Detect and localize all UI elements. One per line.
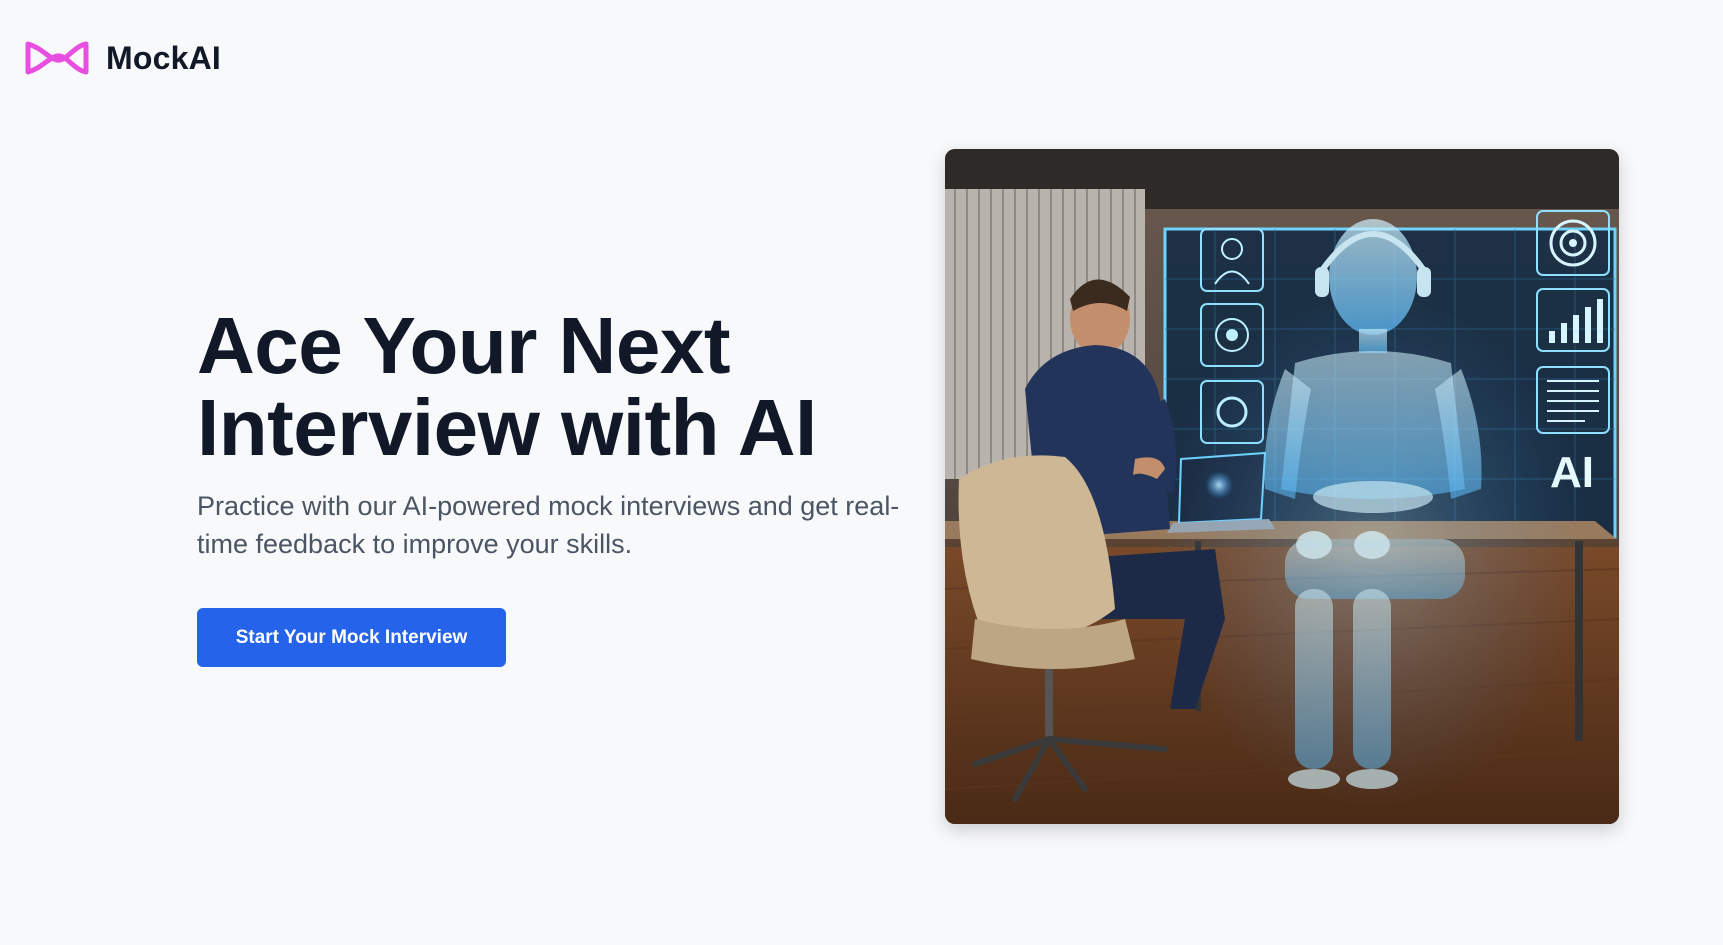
hero-title-line2: Interview with AI bbox=[197, 383, 817, 472]
site-header: MockAI bbox=[24, 36, 221, 80]
hero-title: Ace Your Next Interview with AI bbox=[197, 305, 917, 469]
hero-section: Ace Your Next Interview with AI Practice… bbox=[197, 305, 917, 563]
hero-image: AI bbox=[945, 149, 1619, 824]
start-mock-interview-button[interactable]: Start Your Mock Interview bbox=[197, 608, 506, 667]
logo-icon[interactable] bbox=[24, 38, 90, 78]
hero-subtitle: Practice with our AI-powered mock interv… bbox=[197, 491, 900, 559]
hero-illustration: AI bbox=[945, 149, 1619, 824]
brand-name[interactable]: MockAI bbox=[106, 40, 221, 77]
hero-title-line1: Ace Your Next bbox=[197, 301, 730, 390]
